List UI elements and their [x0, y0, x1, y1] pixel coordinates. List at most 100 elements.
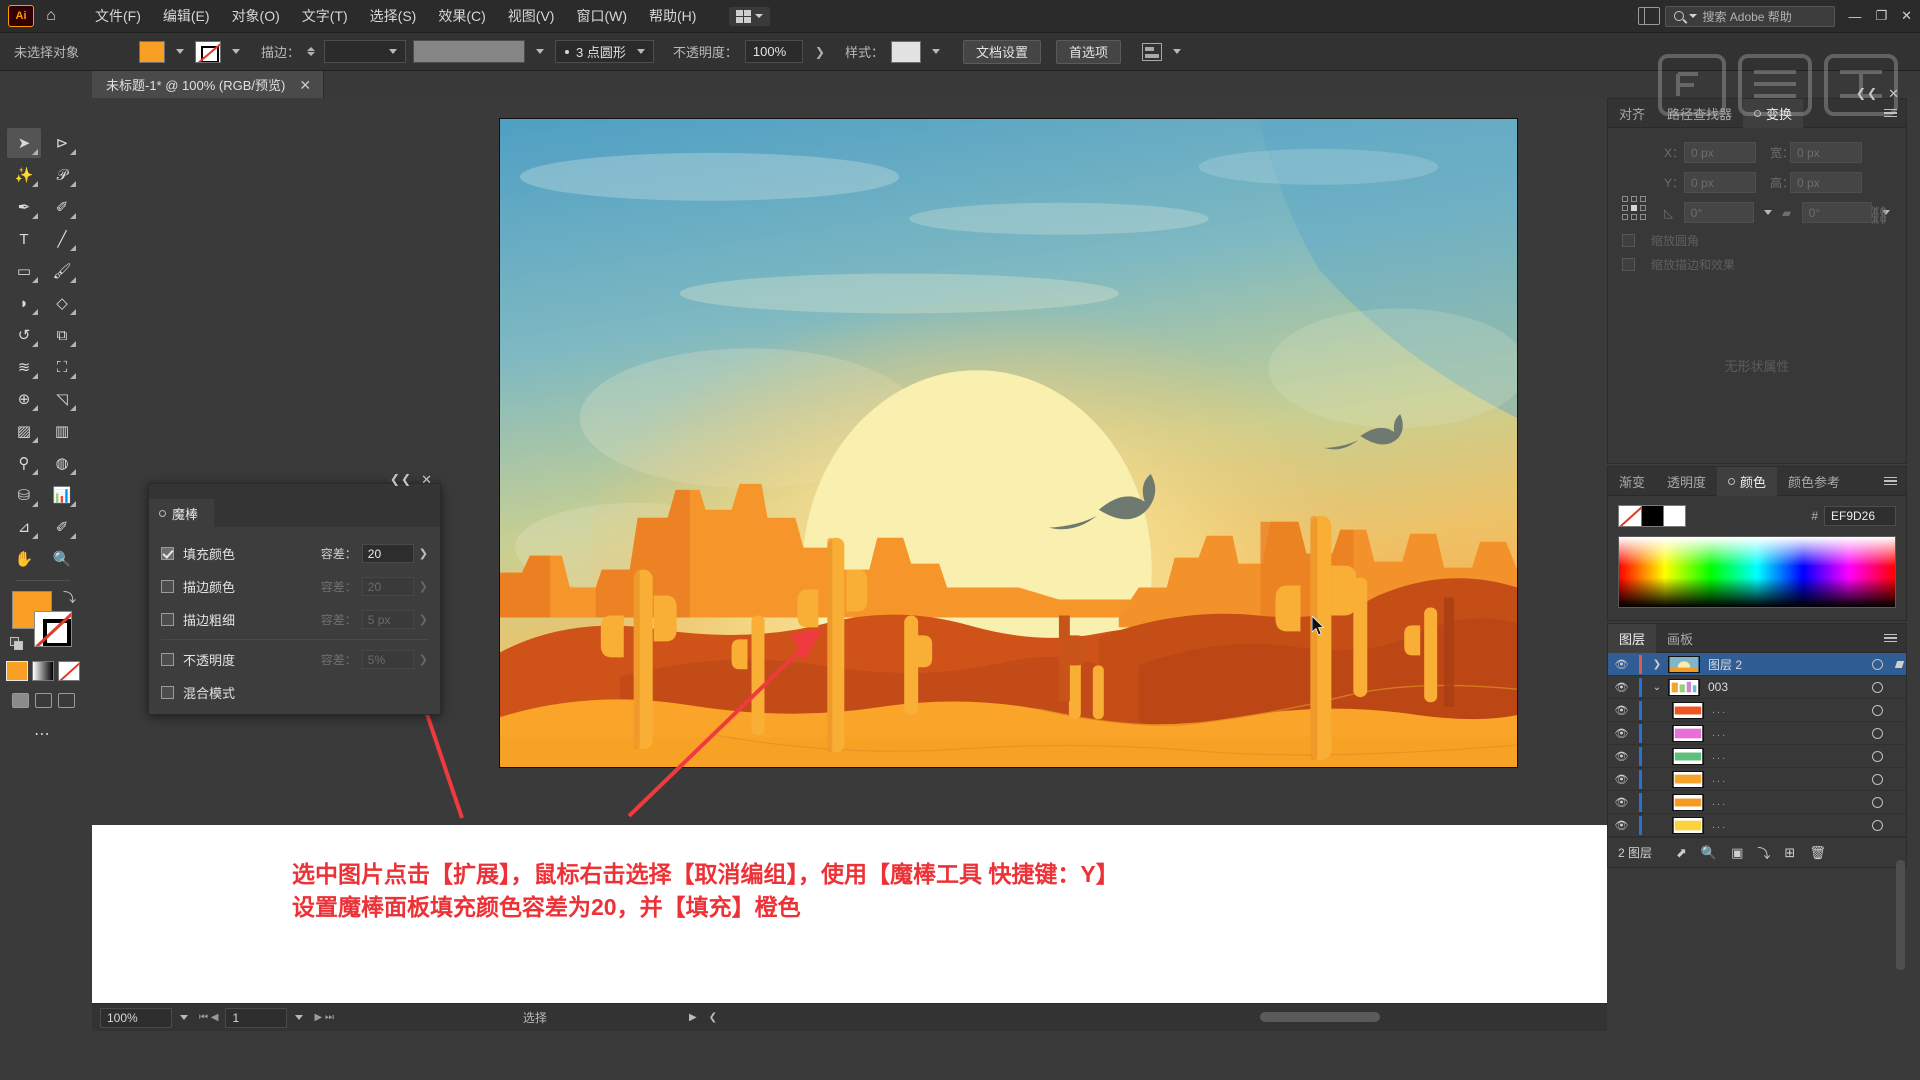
opacity-input[interactable]: 100% [744, 40, 803, 63]
chevron-down-icon[interactable] [931, 49, 940, 54]
workspace-switcher[interactable] [729, 6, 771, 26]
status-menu-icon[interactable]: ▶ [689, 1012, 697, 1023]
target-icon[interactable] [1862, 727, 1892, 739]
tab-artboards[interactable]: 画板 [1656, 624, 1704, 653]
tab-pathfinder[interactable]: 路径查找器 [1656, 99, 1743, 128]
search-input[interactable]: 搜索 Adobe 帮助 [1665, 5, 1836, 27]
layer-name[interactable]: 003 [1708, 680, 1862, 694]
hex-input[interactable]: EF9D26 [1824, 506, 1896, 526]
option-stroke-color[interactable]: 描边颜色 容差： 20 ❯ [161, 570, 428, 603]
minimize-button[interactable]: — [1848, 9, 1861, 24]
stroke-weight-select[interactable] [324, 40, 407, 63]
none-swatch[interactable] [1618, 505, 1642, 527]
checkbox-blending-mode[interactable] [161, 686, 174, 699]
layer-name[interactable]: ... [1712, 750, 1862, 762]
w-input[interactable]: 0 px [1790, 142, 1862, 163]
restore-button[interactable]: ❐ [1875, 8, 1887, 24]
menu-edit[interactable]: 编辑(E) [152, 2, 221, 30]
constrain-proportions-icon[interactable]: ⛓ [1868, 206, 1890, 226]
slice-tool[interactable]: ✐ [45, 512, 79, 542]
free-transform-tool[interactable]: ⛶ [45, 352, 79, 382]
eye-icon[interactable]: 👁 [1608, 658, 1635, 671]
chevron-right-icon[interactable]: ❯ [419, 580, 428, 593]
home-icon[interactable]: ⌂ [34, 0, 68, 33]
zoom-tool[interactable]: 🔍 [45, 544, 79, 574]
none-mode-button[interactable] [58, 661, 80, 681]
fill-swatch[interactable] [139, 40, 165, 63]
tolerance-input-stroke-color[interactable]: 20 [361, 577, 414, 596]
chevron-right-icon[interactable]: ❯ [810, 45, 830, 59]
target-icon[interactable] [1862, 796, 1892, 808]
panel-menu-icon[interactable] [1884, 476, 1897, 486]
symbol-sprayer-tool[interactable]: ⛁ [7, 480, 41, 510]
target-icon[interactable] [1862, 658, 1892, 670]
target-icon[interactable] [1862, 819, 1892, 831]
close-icon[interactable]: ✕ [299, 78, 311, 92]
eye-icon[interactable]: 👁 [1608, 681, 1635, 694]
artboard-number-input[interactable]: 1 [225, 1007, 288, 1028]
layer-name[interactable]: 图层 2 [1708, 656, 1862, 673]
magic-wand-tool[interactable]: ✨ [7, 160, 41, 190]
column-graph-tool[interactable]: 📊 [45, 480, 79, 510]
target-icon[interactable] [1862, 704, 1892, 716]
target-icon[interactable] [1862, 773, 1892, 785]
color-mode-button[interactable] [6, 661, 28, 681]
menu-file[interactable]: 文件(F) [84, 2, 152, 30]
menu-select[interactable]: 选择(S) [359, 2, 428, 30]
layer-row-1[interactable]: 👁 ⌄ 003 [1608, 676, 1906, 699]
magic-wand-panel[interactable]: ❮❮ ✕ 魔棒 填充颜色 容差： 20 ❯ 描边颜色 容差： 20 ❯ 描边粗细… [148, 472, 441, 715]
scale-tool[interactable]: ⧉ [45, 320, 79, 350]
collapse-icon[interactable]: ❮❮ [390, 472, 412, 486]
document-tab[interactable]: 未标题-1* @ 100% (RGB/预览) ✕ [92, 71, 325, 98]
chevron-down-icon[interactable] [295, 1015, 304, 1020]
scale-strokes-effects-option[interactable]: 缩放描边和效果 [1622, 256, 1894, 273]
search-icon[interactable]: 🔍 [1701, 845, 1717, 861]
option-opacity[interactable]: 不透明度 容差： 5% ❯ [161, 643, 428, 676]
horizontal-scrollbar[interactable] [1260, 1012, 1380, 1022]
eye-icon[interactable]: 👁 [1608, 796, 1635, 809]
graphic-style-swatch[interactable] [890, 40, 921, 63]
artboard-nav-next[interactable]: ▶ ⏭ [314, 1012, 333, 1023]
shape-builder-tool[interactable]: ⊕ [7, 384, 41, 414]
reference-point-selector[interactable] [1622, 196, 1646, 220]
gradient-tool[interactable]: ▥ [45, 416, 79, 446]
chevron-right-icon[interactable]: ❯ [1646, 659, 1668, 670]
layer-row-6[interactable]: 👁 ... [1608, 791, 1906, 814]
menu-view[interactable]: 视图(V) [497, 2, 566, 30]
checkbox-fill-color[interactable] [161, 547, 174, 560]
chevron-down-icon[interactable]: ⌄ [1646, 682, 1668, 693]
tab-color-guide[interactable]: 颜色参考 [1777, 467, 1851, 496]
layers-scrollbar[interactable] [1896, 860, 1905, 970]
menu-window[interactable]: 窗口(W) [565, 2, 638, 30]
swap-fill-stroke-icon[interactable]: ⤵ [63, 587, 76, 606]
toolbar-stroke-swatch[interactable] [34, 611, 72, 647]
target-icon[interactable] [1862, 750, 1892, 762]
stroke-swatch[interactable] [195, 40, 221, 63]
eye-icon[interactable]: 👁 [1608, 819, 1635, 832]
tab-align[interactable]: 对齐 [1608, 99, 1656, 128]
chevron-right-icon[interactable]: ❯ [419, 653, 428, 666]
selection-tool[interactable]: ➤ [7, 128, 41, 158]
menu-effect[interactable]: 效果(C) [427, 2, 496, 30]
line-segment-tool[interactable]: ╱ [45, 224, 79, 254]
layer-name[interactable]: ... [1712, 727, 1862, 739]
black-swatch[interactable] [1642, 505, 1664, 527]
angle-input[interactable]: 0° [1683, 202, 1754, 223]
create-sublayer-icon[interactable]: ⤵ [1757, 843, 1770, 862]
target-icon[interactable] [1862, 681, 1892, 693]
stroke-profile-select[interactable]: 3 点圆形 [555, 40, 654, 63]
panel-menu-icon[interactable] [1884, 108, 1897, 118]
locate-object-icon[interactable]: ⬈ [1676, 845, 1687, 861]
h-input[interactable]: 0 px [1790, 172, 1862, 193]
option-fill-color[interactable]: 填充颜色 容差： 20 ❯ [161, 537, 428, 570]
panel-title-bar[interactable]: ❮❮ ✕ [149, 472, 440, 499]
gradient-mode-button[interactable] [32, 661, 54, 681]
layer-row-7[interactable]: 👁 ... [1608, 814, 1906, 837]
tab-transform[interactable]: 变换 [1743, 98, 1804, 128]
chevron-down-icon[interactable] [1172, 49, 1181, 54]
chevron-left-icon[interactable]: ❮ [709, 1012, 717, 1023]
layer-name[interactable]: ... [1712, 704, 1862, 716]
blend-tool[interactable]: ◍ [45, 448, 79, 478]
menu-object[interactable]: 对象(O) [221, 2, 291, 30]
zoom-level-input[interactable]: 100% [100, 1007, 172, 1028]
